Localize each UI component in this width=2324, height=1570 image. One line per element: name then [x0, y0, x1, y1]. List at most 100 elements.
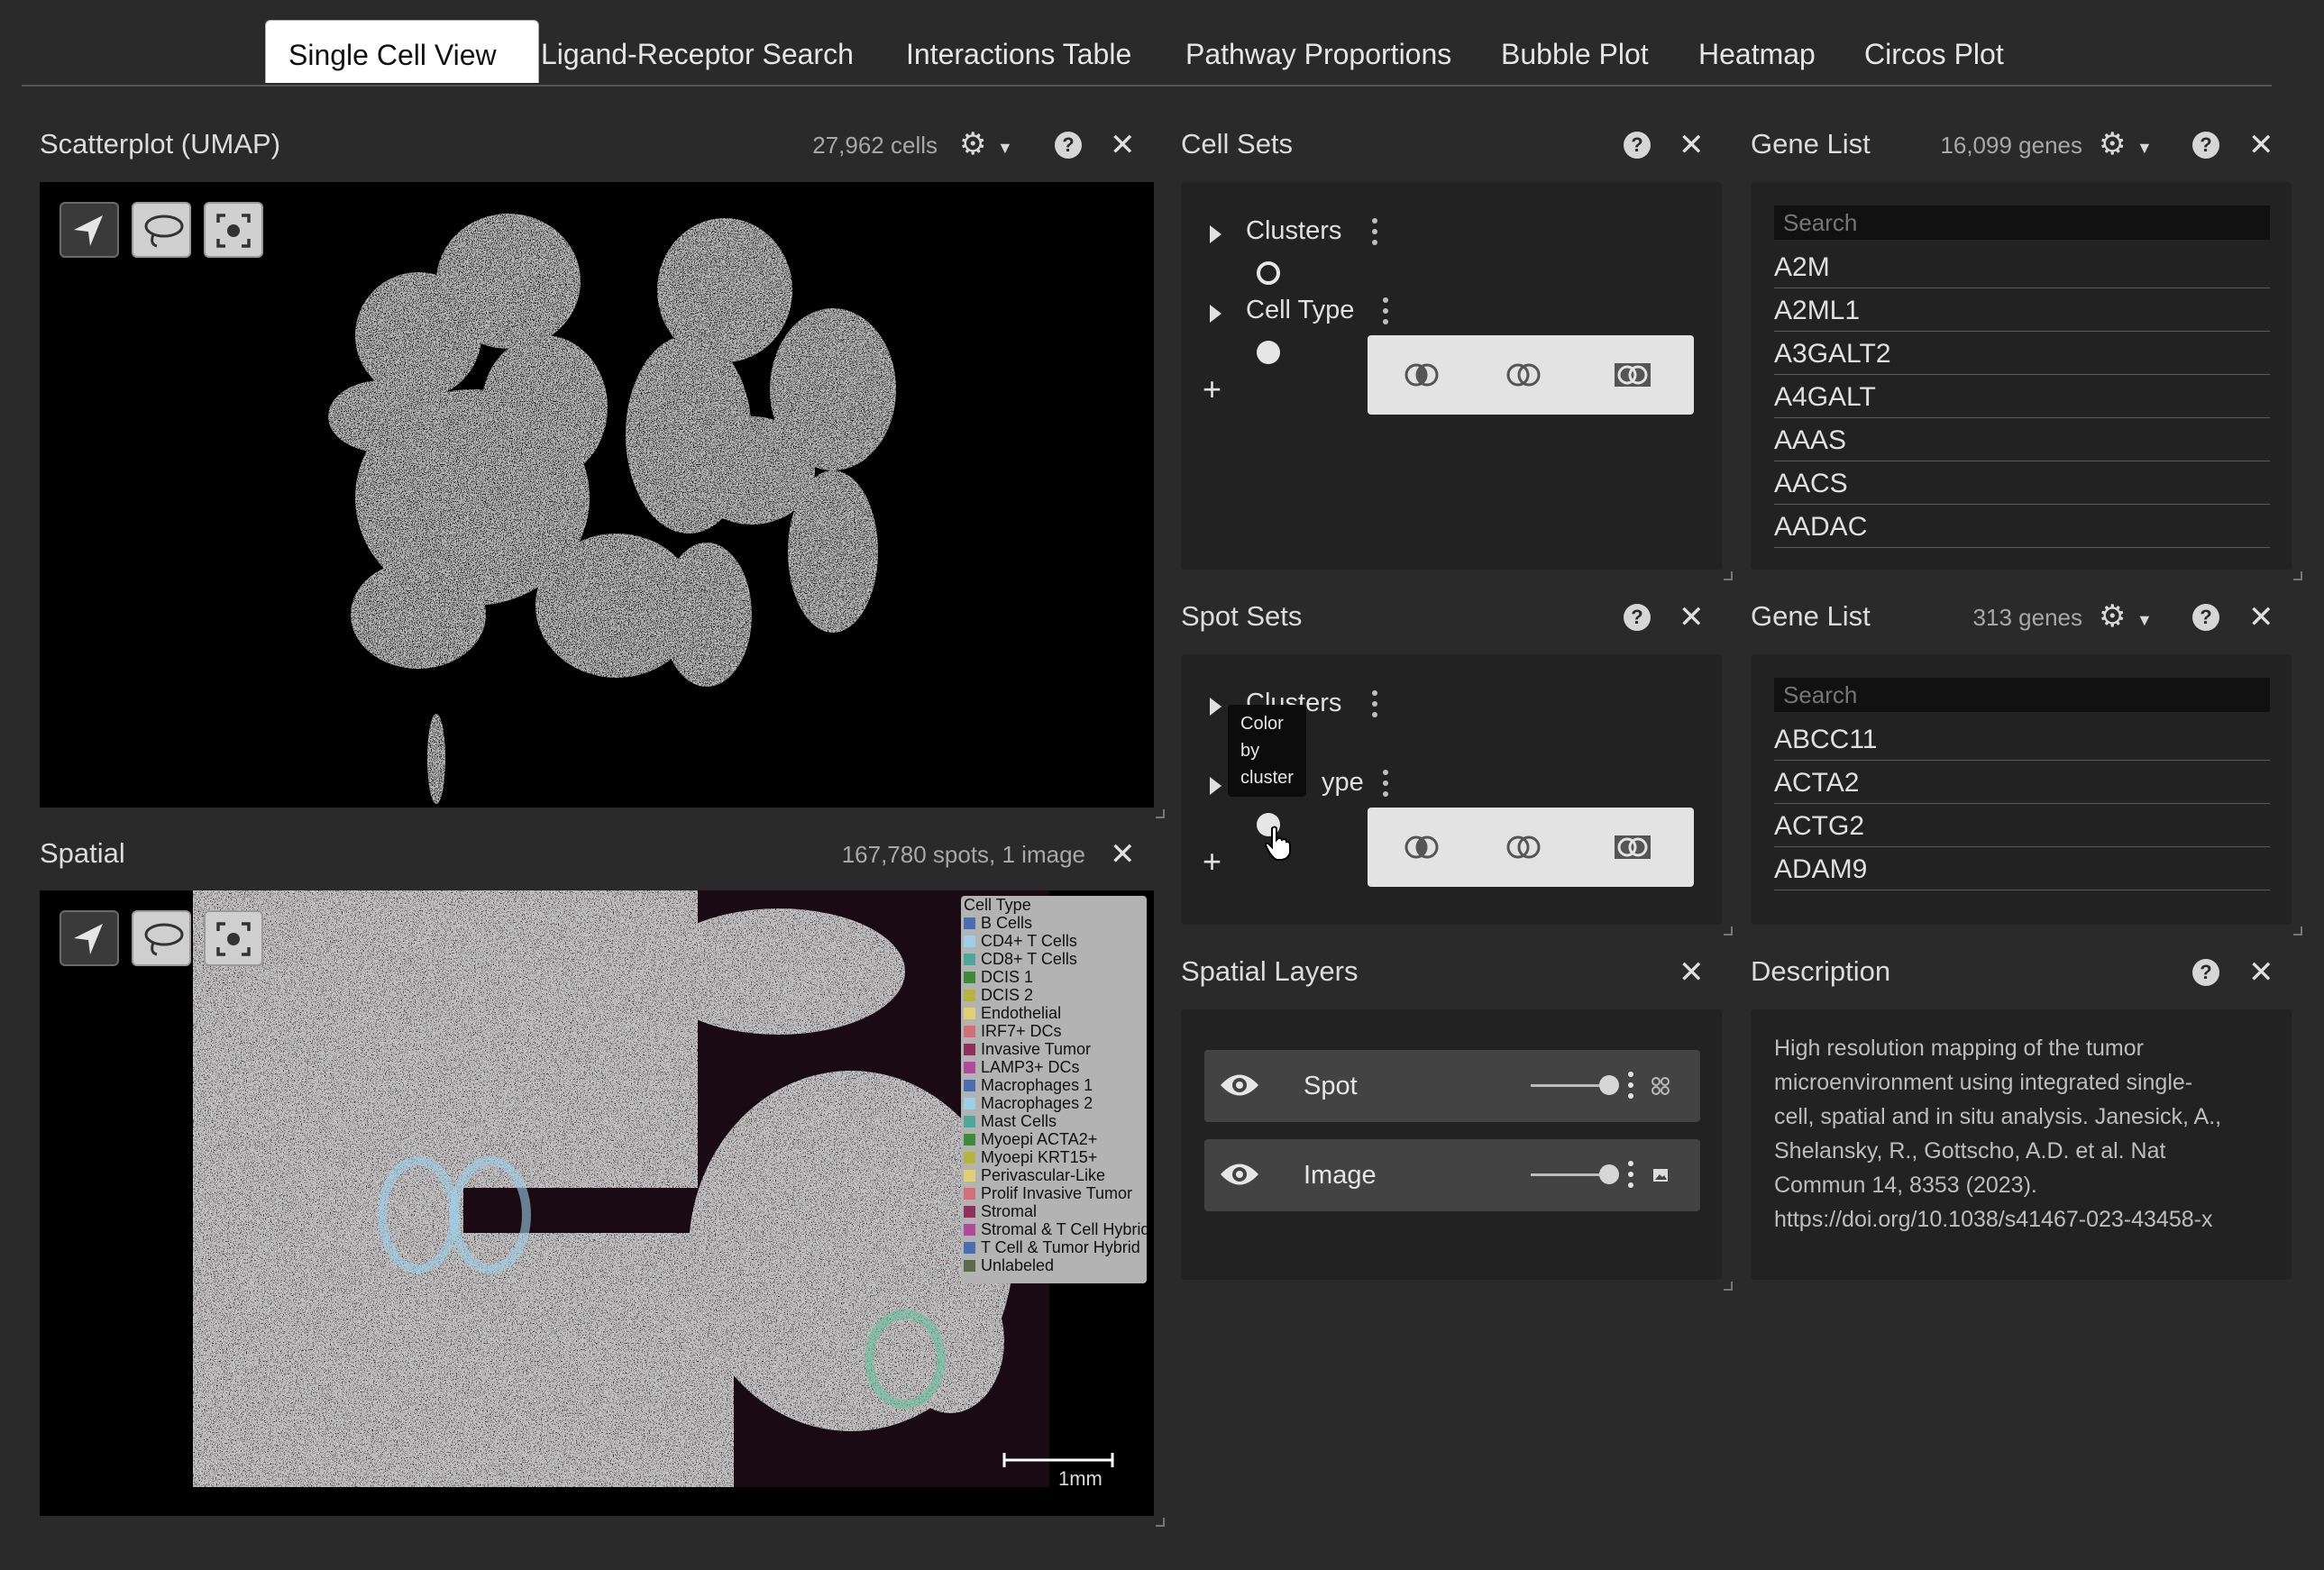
expand-caret-icon[interactable]: [1210, 698, 1221, 716]
cell-sets-help-icon[interactable]: ?: [1624, 132, 1651, 159]
legend-item: Stromal: [961, 1202, 1147, 1220]
chevron-down-icon[interactable]: ▼: [2136, 139, 2153, 158]
gene-list-item[interactable]: A3GALT2: [1774, 333, 2270, 375]
recenter-tool-button[interactable]: [204, 910, 263, 966]
opacity-slider-handle[interactable]: [1599, 1164, 1619, 1184]
spot-sets-close-icon[interactable]: ✕: [1679, 602, 1705, 633]
cell-set-clusters[interactable]: Clusters: [1246, 216, 1341, 246]
tab-pathway-proportions[interactable]: Pathway Proportions: [1185, 20, 1451, 83]
resize-handle[interactable]: [1724, 571, 1733, 580]
spot-sets-help-icon[interactable]: ?: [1624, 604, 1651, 631]
color-by-radio[interactable]: [1257, 261, 1280, 285]
pan-tool-button[interactable]: [59, 202, 119, 258]
lasso-tool-button[interactable]: [132, 202, 191, 258]
gene-count: 313 genes: [1972, 604, 2082, 631]
scatterplot-canvas[interactable]: [40, 182, 1154, 808]
gene-search-input[interactable]: [1774, 678, 2270, 712]
tab-single-cell-view[interactable]: Single Cell View: [265, 20, 539, 83]
expand-caret-icon[interactable]: [1210, 225, 1221, 243]
kebab-menu-icon[interactable]: [1383, 297, 1388, 324]
gene-list-settings-gear-icon[interactable]: ⚙: [2099, 601, 2126, 632]
cell-set-cell-type[interactable]: Cell Type: [1246, 296, 1354, 325]
description-close-icon[interactable]: ✕: [2248, 957, 2274, 988]
expand-caret-icon[interactable]: [1210, 305, 1221, 323]
layer-row-image[interactable]: Image: [1204, 1139, 1700, 1211]
expand-caret-icon[interactable]: [1210, 777, 1221, 795]
gene-list-item[interactable]: A2ML1: [1774, 290, 2270, 332]
legend-swatch: [964, 936, 975, 947]
spatial-canvas[interactable]: 1mm Cell Type B Cells CD4+ T Cells CD8+ T …: [40, 890, 1154, 1516]
tab-circos-plot[interactable]: Circos Plot: [1864, 20, 2004, 83]
kebab-menu-icon[interactable]: [1628, 1161, 1633, 1188]
spatial-close-icon[interactable]: ✕: [1110, 839, 1136, 870]
eye-visibility-icon[interactable]: [1219, 1070, 1260, 1100]
add-set-plus-icon[interactable]: +: [1203, 373, 1221, 406]
color-by-radio-selected[interactable]: [1257, 341, 1280, 364]
gene-list-item[interactable]: ACTA2: [1774, 762, 2270, 804]
chevron-down-icon[interactable]: ▼: [997, 139, 1013, 158]
gene-list-help-icon[interactable]: ?: [2192, 132, 2219, 159]
gene-list-settings-gear-icon[interactable]: ⚙: [2099, 129, 2126, 160]
legend-item: IRF7+ DCs: [961, 1022, 1147, 1040]
chevron-down-icon[interactable]: ▼: [2136, 611, 2153, 630]
resize-handle[interactable]: [1156, 809, 1165, 818]
tab-ligand-receptor-search[interactable]: Ligand-Receptor Search: [541, 20, 854, 83]
gene-list-item[interactable]: A2M: [1774, 247, 2270, 288]
complement-icon[interactable]: [1505, 361, 1542, 389]
kebab-menu-icon[interactable]: [1383, 770, 1388, 797]
gene-list-close-icon[interactable]: ✕: [2248, 602, 2274, 633]
pan-tool-button[interactable]: [59, 910, 119, 966]
union-icon[interactable]: [1613, 833, 1652, 862]
pointer-hand-cursor-icon: [1264, 826, 1291, 861]
intersection-icon[interactable]: [1404, 361, 1440, 389]
scatterplot-help-icon[interactable]: ?: [1055, 132, 1082, 159]
scatterplot-close-icon[interactable]: ✕: [1110, 130, 1136, 160]
tab-heatmap[interactable]: Heatmap: [1698, 20, 1816, 83]
focus-frame-icon: [216, 922, 251, 956]
add-set-plus-icon[interactable]: +: [1203, 845, 1221, 878]
gene-list-item[interactable]: ADAM9: [1774, 849, 2270, 890]
legend-item: B Cells: [961, 914, 1147, 932]
kebab-menu-icon[interactable]: [1372, 690, 1377, 717]
opacity-slider-handle[interactable]: [1599, 1075, 1619, 1095]
eye-visibility-icon[interactable]: [1219, 1159, 1260, 1190]
layer-row-spot[interactable]: Spot: [1204, 1050, 1700, 1122]
recenter-tool-button[interactable]: [204, 202, 263, 258]
resize-handle[interactable]: [1156, 1518, 1165, 1527]
kebab-menu-icon[interactable]: [1372, 218, 1377, 245]
resize-handle[interactable]: [1724, 1282, 1733, 1291]
navigation-arrow-icon: [74, 215, 103, 246]
gene-list-item[interactable]: AADAC: [1774, 507, 2270, 548]
union-icon[interactable]: [1613, 361, 1652, 389]
intersection-icon[interactable]: [1404, 833, 1440, 862]
description-text: High resolution mapping of the tumor mic…: [1774, 1036, 2222, 1232]
legend-label: Macrophages 1: [981, 1076, 1093, 1094]
legend-swatch: [964, 1242, 975, 1254]
gene-list-close-icon[interactable]: ✕: [2248, 130, 2274, 160]
gene-list-item[interactable]: AAAS: [1774, 420, 2270, 461]
resize-handle[interactable]: [2293, 571, 2302, 580]
gene-search-input[interactable]: [1774, 205, 2270, 240]
spatial-layers-title: Spatial Layers: [1181, 955, 1359, 987]
scatterplot-settings-gear-icon[interactable]: ⚙: [959, 129, 986, 160]
complement-icon[interactable]: [1505, 833, 1542, 862]
kebab-menu-icon[interactable]: [1628, 1072, 1633, 1099]
gene-list-item[interactable]: ABCC11: [1774, 719, 2270, 761]
tab-interactions-table[interactable]: Interactions Table: [906, 20, 1131, 83]
legend-swatch: [964, 1008, 975, 1019]
gene-list-help-icon[interactable]: ?: [2192, 604, 2219, 631]
spatial-layers-close-icon[interactable]: ✕: [1679, 957, 1705, 988]
tab-bar: Single Cell View Ligand-Receptor Search …: [22, 18, 2272, 87]
gene-list-item[interactable]: A4GALT: [1774, 377, 2270, 418]
legend-swatch: [964, 1206, 975, 1218]
lasso-tool-button[interactable]: [132, 910, 191, 966]
gene-list-item[interactable]: ACTG2: [1774, 806, 2270, 847]
tab-bubble-plot[interactable]: Bubble Plot: [1501, 20, 1649, 83]
cell-sets-close-icon[interactable]: ✕: [1679, 130, 1705, 160]
layer-name: Spot: [1304, 1072, 1358, 1100]
description-help-icon[interactable]: ?: [2192, 959, 2219, 986]
lasso-icon: [144, 215, 184, 248]
gene-list-item[interactable]: AACS: [1774, 463, 2270, 505]
resize-handle[interactable]: [2293, 926, 2302, 936]
resize-handle[interactable]: [1724, 926, 1733, 936]
